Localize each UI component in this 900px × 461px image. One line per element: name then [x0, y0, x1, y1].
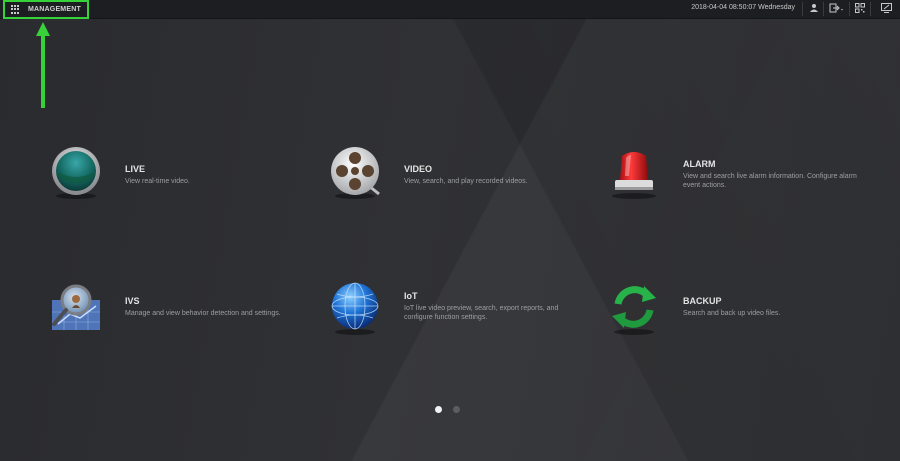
main-menu-screen: MANAGEMENT 2018-04-04 08:50:07 Wednesday	[0, 0, 900, 461]
app-description: View, search, and play recorded videos.	[404, 178, 528, 185]
ivs-magnifier-icon	[52, 284, 100, 330]
app-title: LIVE	[125, 164, 146, 174]
app-tile-alarm[interactable]: ALARM View and search live alarm informa…	[610, 146, 870, 206]
page-dot-active[interactable]	[435, 406, 442, 413]
page-indicator	[435, 406, 465, 414]
app-tile-video[interactable]: VIDEO View, search, and play recorded vi…	[331, 146, 581, 206]
management-label: MANAGEMENT	[28, 6, 81, 13]
system-datetime: 2018-04-04 08:50:07 Wednesday	[691, 4, 795, 11]
app-description: View real-time video.	[125, 178, 190, 185]
app-tile-live[interactable]: LIVE View real-time video.	[52, 146, 302, 206]
grid-menu-icon	[11, 4, 21, 15]
app-tile-ivs[interactable]: IVS Manage and view behavior detection a…	[52, 282, 302, 342]
app-tile-iot[interactable]: IoT IoT live video preview, search, expo…	[331, 282, 591, 342]
app-description: Search and back up video files.	[683, 310, 781, 317]
app-description: Manage and view behavior detection and s…	[125, 310, 281, 317]
app-title: IVS	[125, 296, 140, 306]
alarm-siren-icon	[612, 152, 656, 199]
app-title: BACKUP	[683, 296, 722, 306]
live-icon	[52, 147, 100, 199]
background-band	[0, 0, 900, 461]
user-icon[interactable]	[808, 3, 820, 15]
globe-icon	[331, 282, 379, 335]
logout-icon[interactable]	[828, 3, 846, 15]
background	[0, 0, 900, 461]
app-title: VIDEO	[404, 164, 433, 174]
divider	[870, 2, 871, 16]
display-settings-icon[interactable]	[880, 3, 892, 15]
divider	[823, 2, 824, 16]
page-dot[interactable]	[453, 406, 460, 413]
app-description: IoT live video preview, search, export r…	[404, 305, 559, 321]
backup-arrows-icon	[612, 286, 656, 335]
app-title: ALARM	[683, 159, 716, 169]
app-description: View and search live alarm information. …	[683, 173, 857, 189]
background-band	[0, 0, 900, 461]
divider	[849, 2, 850, 16]
management-button[interactable]: MANAGEMENT	[3, 0, 89, 19]
top-bar: MANAGEMENT 2018-04-04 08:50:07 Wednesday	[0, 0, 900, 19]
app-tile-backup[interactable]: BACKUP Search and back up video files.	[610, 282, 870, 342]
app-title: IoT	[404, 291, 418, 301]
video-reel-icon	[331, 147, 380, 199]
divider	[802, 2, 803, 16]
annotation-arrow-icon	[36, 22, 50, 108]
qr-code-icon[interactable]	[854, 3, 866, 15]
